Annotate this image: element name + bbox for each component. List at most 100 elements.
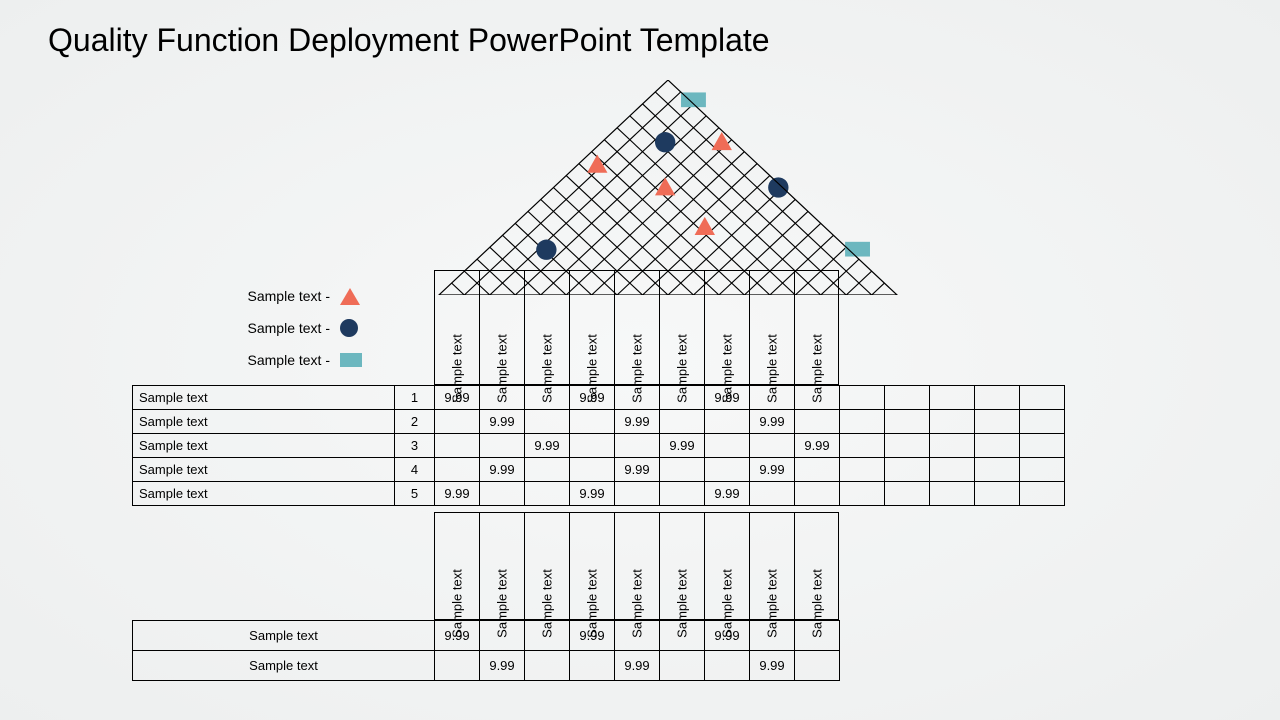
summary-cell: [660, 621, 705, 651]
legend-label: Sample text -: [230, 288, 330, 304]
matrix-cell: [480, 434, 525, 458]
page-title: Quality Function Deployment PowerPoint T…: [48, 22, 770, 59]
column-header-cell: Sample text: [479, 512, 524, 620]
matrix-cell: [480, 386, 525, 410]
summary-cell: 9.99: [435, 621, 480, 651]
matrix-cell: [840, 386, 885, 410]
summary-cell: 9.99: [570, 621, 615, 651]
column-header-cell: Sample text: [659, 512, 704, 620]
circle-icon: [768, 177, 788, 197]
summary-cell: 9.99: [615, 651, 660, 681]
matrix-cell: [795, 482, 840, 506]
matrix-cell: [750, 386, 795, 410]
legend: Sample text - Sample text - Sample text …: [230, 280, 362, 376]
matrix-cell: 9.99: [750, 410, 795, 434]
column-header-cell: Sample text: [614, 270, 659, 385]
row-label: Sample text: [133, 458, 395, 482]
matrix-cell: 9.99: [795, 434, 840, 458]
legend-row: Sample text -: [230, 312, 362, 344]
matrix-cell: [615, 386, 660, 410]
matrix-cell: [975, 410, 1020, 434]
matrix-cell: [570, 434, 615, 458]
matrix-cell: [930, 386, 975, 410]
matrix-cell: [570, 410, 615, 434]
legend-label: Sample text -: [230, 352, 330, 368]
matrix-cell: [660, 482, 705, 506]
circle-icon: [655, 132, 675, 152]
row-index: 3: [395, 434, 435, 458]
row-label: Sample text: [133, 434, 395, 458]
column-header-cell: Sample text: [569, 270, 614, 385]
row-label: Sample text: [133, 410, 395, 434]
matrix-cell: [885, 458, 930, 482]
matrix-cell: [975, 458, 1020, 482]
matrix-cell: [705, 458, 750, 482]
triangle-icon: [712, 132, 732, 150]
matrix-cell: 9.99: [480, 410, 525, 434]
matrix-cell: [480, 482, 525, 506]
matrix-cell: [525, 410, 570, 434]
summary-cell: [615, 621, 660, 651]
matrix-cell: [750, 482, 795, 506]
summary-table: Sample text9.999.999.99Sample text9.999.…: [132, 620, 840, 681]
matrix-cell: [1020, 458, 1065, 482]
matrix-cell: [885, 386, 930, 410]
table-row: Sample text19.999.999.99: [133, 386, 1065, 410]
matrix-cell: [570, 458, 615, 482]
matrix-cell: [615, 434, 660, 458]
row-index: 5: [395, 482, 435, 506]
column-header-cell: Sample text: [659, 270, 704, 385]
matrix-cell: [1020, 434, 1065, 458]
matrix-cell: [705, 410, 750, 434]
qfd-roof: [434, 80, 902, 295]
rect-icon: [681, 92, 706, 107]
legend-label: Sample text -: [230, 320, 330, 336]
matrix-cell: 9.99: [615, 458, 660, 482]
column-header-cell: Sample text: [524, 270, 569, 385]
legend-row: Sample text -: [230, 344, 362, 376]
column-header-cell: Sample text: [749, 270, 794, 385]
triangle-icon: [340, 288, 360, 305]
matrix-cell: [930, 482, 975, 506]
row-label: Sample text: [133, 651, 435, 681]
column-header-cell: Sample text: [794, 512, 839, 620]
summary-cell: [525, 651, 570, 681]
summary-cell: [660, 651, 705, 681]
column-header-cell: Sample text: [479, 270, 524, 385]
table-row: Sample text9.999.999.99: [133, 621, 840, 651]
column-header-cell: Sample text: [569, 512, 614, 620]
matrix-cell: [435, 434, 480, 458]
column-headers-2: Sample textSample textSample textSample …: [434, 512, 839, 620]
matrix-cell: 9.99: [705, 482, 750, 506]
matrix-cell: [1020, 386, 1065, 410]
matrix-cell: 9.99: [570, 482, 615, 506]
matrix-cell: [885, 410, 930, 434]
matrix-cell: [840, 434, 885, 458]
summary-cell: [705, 651, 750, 681]
matrix-cell: [975, 386, 1020, 410]
row-index: 4: [395, 458, 435, 482]
matrix-cell: [525, 482, 570, 506]
matrix-cell: [615, 482, 660, 506]
column-header-cell: Sample text: [614, 512, 659, 620]
column-header-cell: Sample text: [794, 270, 839, 385]
matrix-cell: [885, 434, 930, 458]
matrix-cell: 9.99: [525, 434, 570, 458]
matrix-cell: [930, 458, 975, 482]
matrix-cell: 9.99: [435, 482, 480, 506]
table-row: Sample text3 9.99 9.99 9.99: [133, 434, 1065, 458]
matrix-cell: 9.99: [660, 434, 705, 458]
row-index: 1: [395, 386, 435, 410]
summary-cell: [435, 651, 480, 681]
circle-icon: [536, 240, 556, 260]
matrix-cell: [750, 434, 795, 458]
summary-cell: 9.99: [480, 651, 525, 681]
summary-cell: [795, 621, 840, 651]
circle-icon: [340, 319, 358, 337]
summary-cell: [795, 651, 840, 681]
row-label: Sample text: [133, 621, 435, 651]
summary-cell: 9.99: [750, 651, 795, 681]
column-headers: Sample textSample textSample textSample …: [434, 270, 839, 385]
matrix-cell: [840, 458, 885, 482]
matrix-cell: [795, 386, 840, 410]
